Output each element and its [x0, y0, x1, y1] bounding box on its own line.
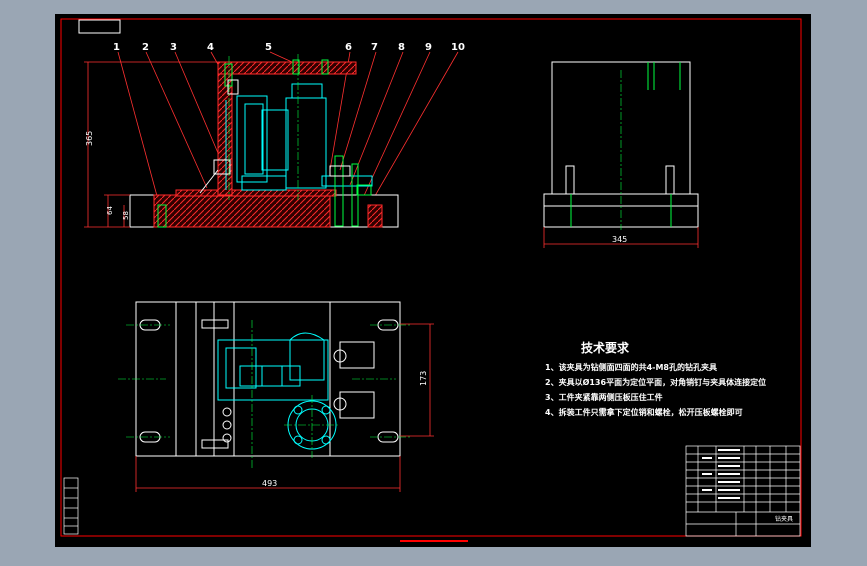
tech-requirement-1: 1、该夹具为钻侧面四面的共4-M8孔的钻孔夹具: [545, 362, 717, 372]
dim-front-height: 365: [85, 131, 94, 146]
dim-front-base-1: 64: [106, 206, 114, 215]
tech-requirement-4: 4、拆装工件只需拿下定位销和螺栓，松开压板螺栓即可: [545, 407, 743, 417]
tech-requirements-title: 技术要求: [581, 340, 630, 355]
part-label-5: 5: [265, 42, 272, 53]
part-label-2: 2: [142, 42, 149, 53]
title-block-drawing-name: 钻夹具: [775, 515, 793, 523]
dim-front-base-2: 58: [122, 211, 130, 220]
part-label-4: 4: [207, 42, 214, 53]
dim-plan-depth: 173: [419, 371, 428, 386]
part-label-8: 8: [398, 42, 405, 53]
tech-requirement-3: 3、工件夹紧靠两侧压板压住工件: [545, 392, 663, 402]
tech-requirement-2: 2、夹具以Ø136平面为定位平面，对角销钉与夹具体连接定位: [545, 377, 766, 387]
dim-plan-width: 493: [262, 479, 277, 488]
dim-side-width: 345: [612, 235, 627, 244]
part-label-10: 10: [451, 42, 465, 53]
cad-viewport[interactable]: 365 64 58 1 2 3 4 5 6 7 8 9 10 345 493 1…: [0, 0, 867, 562]
part-label-7: 7: [371, 42, 378, 53]
part-label-1: 1: [113, 42, 120, 53]
part-label-6: 6: [345, 42, 352, 53]
part-label-9: 9: [425, 42, 432, 53]
drawing-canvas: 365 64 58 1 2 3 4 5 6 7 8 9 10 345 493 1…: [55, 14, 811, 547]
part-label-3: 3: [170, 42, 177, 53]
drawing-sheet: [55, 14, 811, 547]
